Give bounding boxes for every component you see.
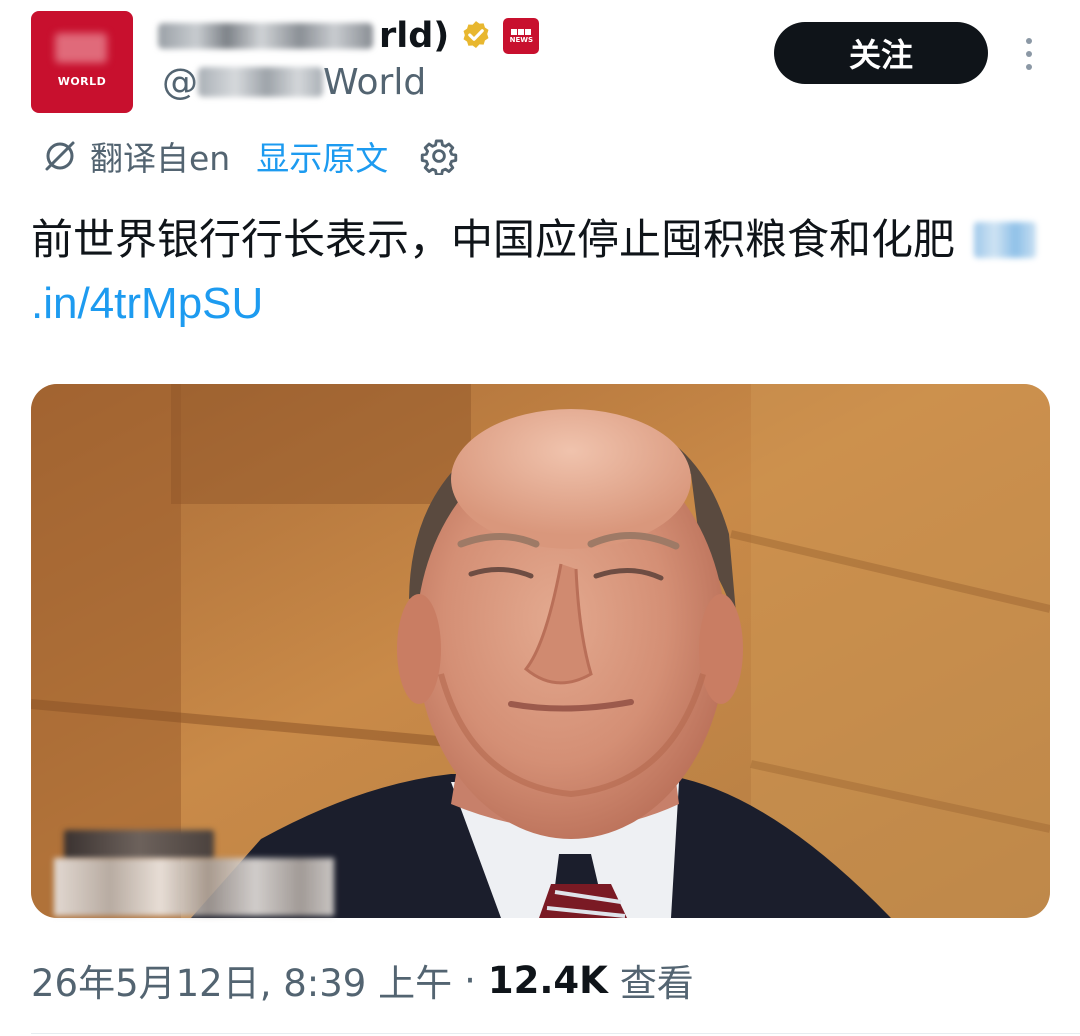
handle-suffix: World [323, 61, 427, 103]
handle-prefix: @ [162, 61, 198, 103]
affiliate-badge-icon[interactable]: NEWS [503, 18, 540, 54]
tweet-body: 前世界银行行长表示，中国应停止囤积粮食和化肥 [31, 215, 956, 264]
translation-bar: 翻译自en 显示原文 [40, 130, 458, 182]
avatar[interactable]: WORLD [31, 11, 133, 113]
tweet-meta: 26年5月12日, 8:39 上午 · 12.4K 查看 [31, 950, 694, 1010]
views-count: 12.4K [487, 958, 608, 1002]
handle-redacted [198, 67, 323, 97]
timestamp[interactable]: 26年5月12日, 8:39 上午 [31, 953, 452, 1007]
affiliate-badge-label: NEWS [509, 35, 534, 44]
display-name-redacted [158, 23, 373, 49]
translated-from-label: 翻译自en [90, 139, 231, 178]
display-name-row[interactable]: rld) NEWS [158, 12, 540, 60]
meta-separator: · [464, 958, 476, 1002]
show-original-link[interactable]: 显示原文 [256, 132, 388, 180]
divider [31, 1033, 1080, 1034]
verified-badge-icon [463, 21, 489, 49]
tweet-link[interactable]: .in/4trMpSU [31, 279, 263, 328]
handle-row[interactable]: @ World [162, 58, 426, 106]
link-redacted [974, 222, 1037, 258]
image-watermark-redacted [54, 828, 334, 920]
translate-icon [45, 141, 75, 171]
avatar-logo-redacted [55, 33, 107, 63]
follow-button[interactable]: 关注 [774, 22, 988, 84]
more-options-icon[interactable] [1014, 32, 1044, 76]
views-label: 查看 [619, 962, 694, 1005]
avatar-label: WORLD [57, 75, 107, 88]
display-name[interactable]: rld) [379, 16, 449, 56]
gear-icon[interactable] [420, 137, 458, 175]
tweet-text: 前世界银行行长表示，中国应停止囤积粮食和化肥 .in/4trMpSU [31, 208, 1051, 336]
